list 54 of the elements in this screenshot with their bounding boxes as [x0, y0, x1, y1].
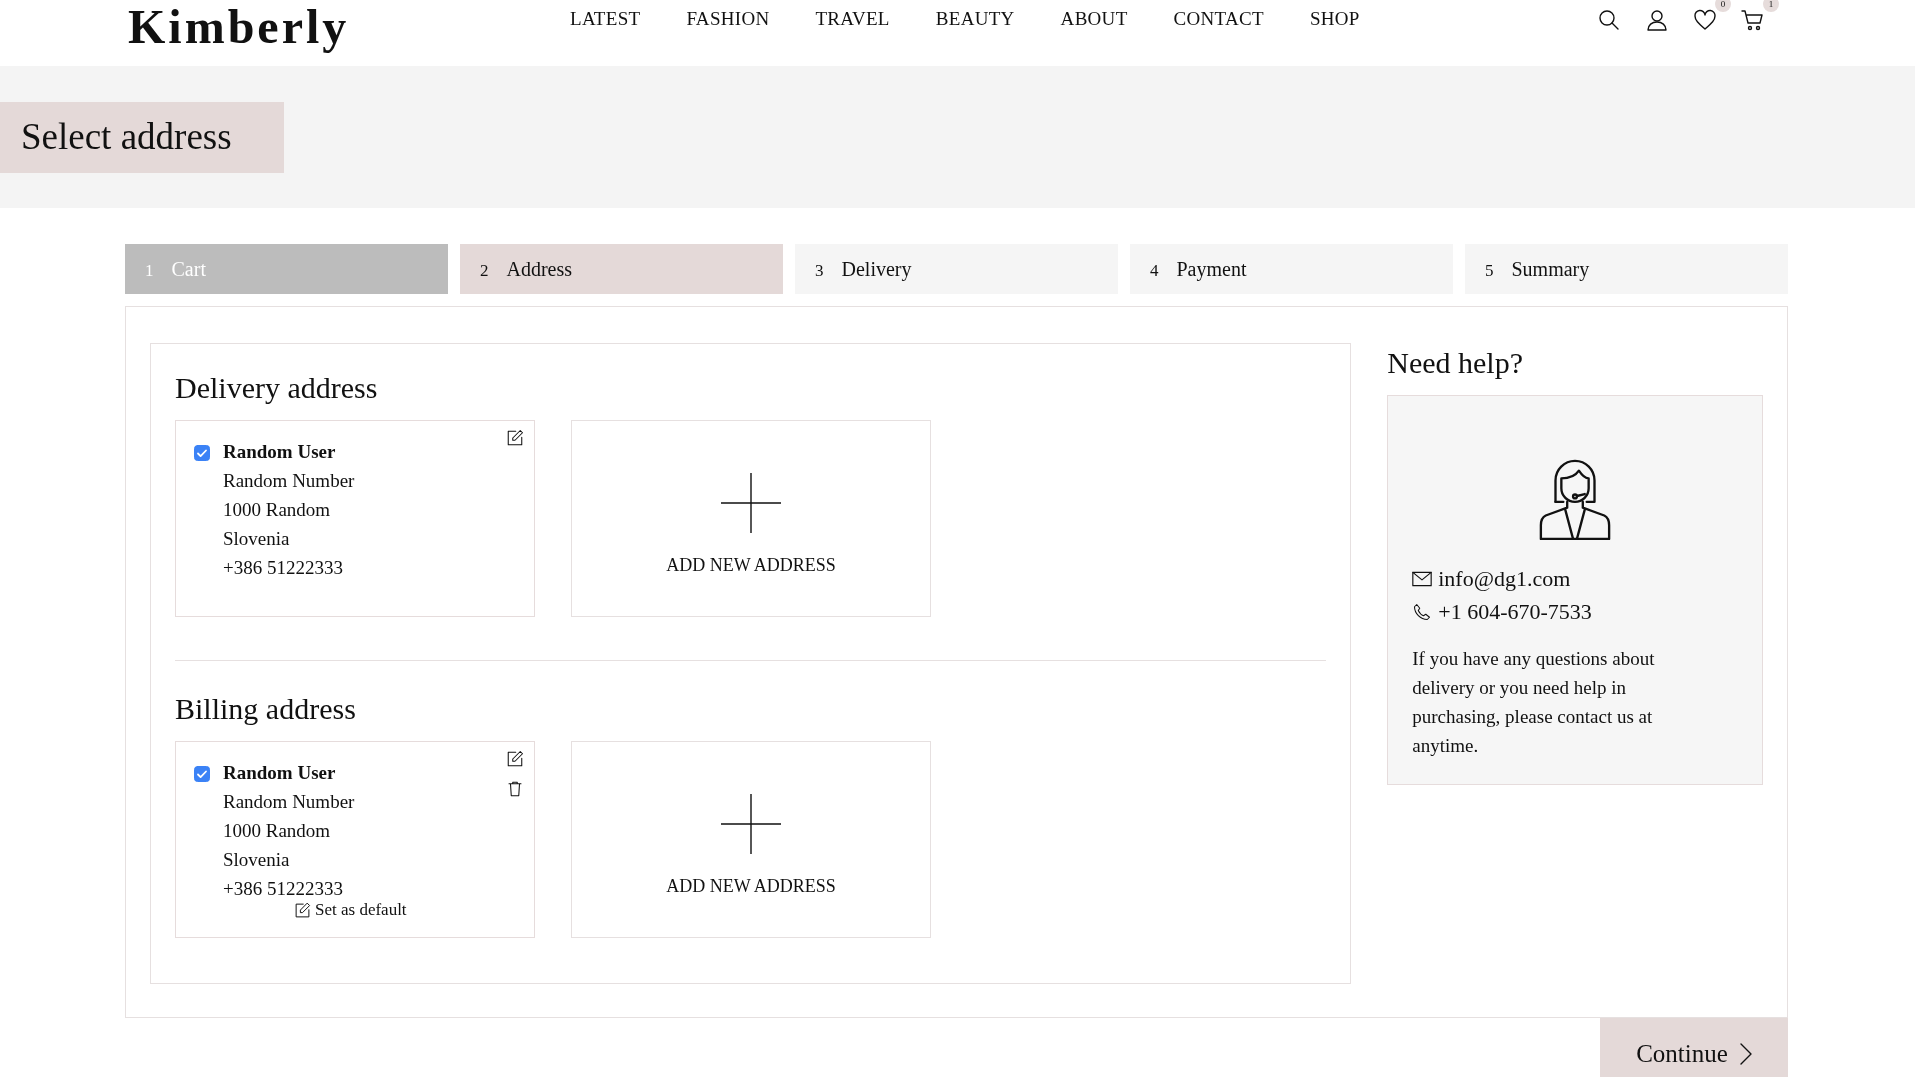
count-badge: 1: [1763, 0, 1779, 12]
address-line: 1000 Random: [223, 819, 332, 843]
checkbox[interactable]: [194, 445, 210, 461]
email-text: info@dg1.com: [1438, 565, 1571, 592]
mail-icon: [1412, 569, 1433, 588]
section-heading: Billing address: [175, 691, 357, 727]
edit-icon[interactable]: [506, 429, 524, 447]
chevron-right-icon: [1739, 1042, 1752, 1065]
step-tab[interactable]: 4 Payment: [1130, 244, 1453, 294]
address-line: +386 51222333: [223, 877, 344, 901]
site-logo[interactable]: Kimberly: [128, 0, 570, 54]
add-address-card[interactable]: ADD NEW ADDRESS: [571, 420, 931, 617]
address-line: Slovenia: [223, 848, 291, 872]
nav-link[interactable]: ABOUT: [1060, 8, 1128, 30]
address-line: 1000 Random: [223, 498, 332, 522]
help-text: If you have any questions about delivery or you need help in purchasing, please contact us at anytime.: [1412, 647, 1656, 758]
heart-icon[interactable]: [1693, 8, 1717, 32]
step-tab[interactable]: 3 Delivery: [795, 244, 1118, 294]
cart-icon[interactable]: [1741, 8, 1765, 32]
address-card[interactable]: Random User Random Number 1000 Random Slovenia +386 51222333 Set as default: [175, 741, 535, 938]
set-default-link[interactable]: Set as default: [294, 900, 407, 920]
nav-link[interactable]: BEAUTY: [935, 8, 1015, 30]
step-tab[interactable]: 2 Address: [460, 244, 783, 294]
plus-icon: [721, 473, 781, 533]
phone-text: +1 604-670-7533: [1438, 598, 1592, 625]
address-line: Random Number: [223, 469, 355, 493]
phone-icon: [1412, 602, 1433, 621]
count-badge: 0: [1715, 0, 1731, 12]
nav-link[interactable]: CONTACT: [1173, 8, 1264, 30]
step-tab[interactable]: 5 Summary: [1465, 244, 1788, 294]
checkbox[interactable]: [194, 766, 210, 782]
add-address-card[interactable]: ADD NEW ADDRESS: [571, 741, 931, 938]
add-address-label: ADD NEW ADDRESS: [666, 876, 836, 897]
address-name: Random User: [223, 440, 337, 464]
address-line: Slovenia: [223, 527, 291, 551]
page-title: Select address: [0, 102, 284, 173]
address-card[interactable]: Random User Random Number 1000 Random Slovenia +386 51222333: [175, 420, 535, 617]
search-icon[interactable]: [1597, 8, 1621, 32]
address-name: Random User: [223, 761, 337, 785]
edit-icon[interactable]: [506, 750, 524, 768]
trash-icon[interactable]: [506, 780, 524, 798]
nav-link[interactable]: FASHION: [686, 8, 770, 30]
user-icon[interactable]: [1645, 8, 1669, 32]
nav-link[interactable]: SHOP: [1309, 8, 1360, 30]
continue-button[interactable]: Continue: [1600, 1018, 1788, 1077]
plus-icon: [721, 794, 781, 854]
section-heading: Delivery address: [175, 370, 379, 406]
address-line: Random Number: [223, 790, 355, 814]
help-heading: Need help?: [1387, 345, 1524, 381]
nav-link[interactable]: LATEST: [570, 8, 641, 30]
nav-link[interactable]: TRAVEL: [815, 8, 890, 30]
edit-icon: [294, 901, 311, 919]
address-line: +386 51222333: [223, 556, 344, 580]
add-address-label: ADD NEW ADDRESS: [666, 555, 836, 576]
